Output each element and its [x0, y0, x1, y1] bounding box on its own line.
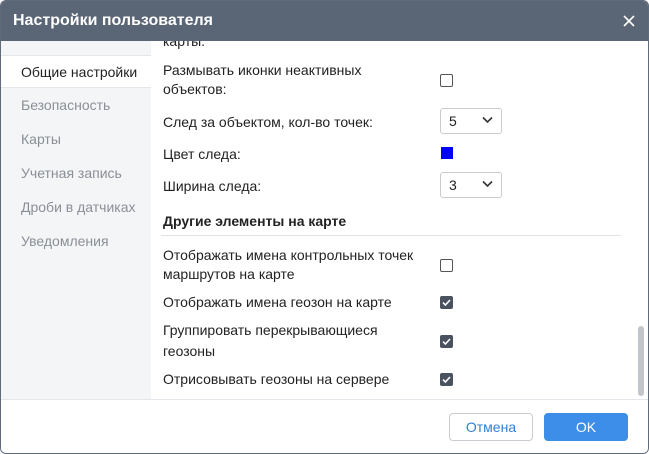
chevron-down-icon: [482, 180, 493, 188]
checkmark-icon: [442, 299, 451, 307]
checkmark-icon: [442, 376, 451, 384]
geofence-names-label: Отображать имена геозон на карте: [163, 294, 392, 310]
trail-width-select[interactable]: 3: [440, 172, 502, 198]
sidebar-item-maps[interactable]: Карты: [1, 123, 151, 156]
checkpoint-names-checkbox[interactable]: [440, 259, 453, 272]
cut-off-label: карты:: [163, 41, 206, 49]
checkmark-icon: [442, 338, 451, 346]
sidebar-item-notifications[interactable]: Уведомления: [1, 225, 151, 258]
geofence-names-checkbox[interactable]: [440, 296, 453, 309]
trail-color-label: Цвет следа:: [163, 146, 241, 162]
dialog-title: Настройки пользователя: [13, 12, 213, 29]
chevron-down-icon: [482, 116, 493, 124]
cancel-button[interactable]: Отмена: [449, 413, 533, 441]
server-geofences-label: Отрисовывать геозоны на сервере: [163, 371, 390, 387]
sidebar-item-security[interactable]: Безопасность: [1, 89, 151, 122]
trail-width-value: 3: [449, 177, 457, 193]
sidebar-item-general[interactable]: Общие настройки: [1, 55, 151, 88]
trail-color-swatch[interactable]: [441, 147, 453, 159]
dialog-titlebar: Настройки пользователя: [1, 1, 648, 41]
group-geofences-label-1: Группировать перекрывающиеся: [163, 322, 378, 338]
trail-width-label: Ширина следа:: [163, 178, 262, 194]
sidebar-item-sensor-fractions[interactable]: Дроби в датчиках: [1, 191, 151, 224]
ok-button[interactable]: OK: [544, 413, 628, 441]
checkpoint-names-label-1: Отображать имена контрольных точек: [163, 247, 414, 263]
sidebar-item-account[interactable]: Учетная запись: [1, 157, 151, 190]
settings-content: карты: Размывать иконки неактивных объек…: [151, 41, 636, 399]
section-title-other: Другие элементы на карте: [163, 213, 347, 229]
blur-icons-label-1: Размывать иконки неактивных: [163, 62, 362, 78]
group-geofences-checkbox[interactable]: [440, 335, 453, 348]
settings-sidebar: Общие настройки Безопасность Карты Учетн…: [1, 41, 151, 399]
trail-points-label: След за объектом, кол-во точек:: [163, 114, 373, 130]
trail-points-select[interactable]: 5: [440, 108, 502, 134]
scrollbar-thumb[interactable]: [638, 326, 644, 396]
server-geofences-checkbox[interactable]: [440, 373, 453, 386]
dialog-footer: Отмена OK: [1, 399, 648, 453]
section-divider: [161, 235, 621, 236]
checkpoint-names-label-2: маршрутов на карте: [163, 266, 295, 282]
settings-dialog: Настройки пользователя Общие настройки Б…: [0, 0, 649, 454]
trail-points-value: 5: [449, 113, 457, 129]
close-icon: [623, 15, 635, 27]
blur-icons-checkbox[interactable]: [440, 74, 453, 87]
group-geofences-label-2: геозоны: [163, 343, 216, 359]
blur-icons-label-2: объектов:: [163, 81, 227, 97]
close-button[interactable]: [618, 10, 640, 32]
